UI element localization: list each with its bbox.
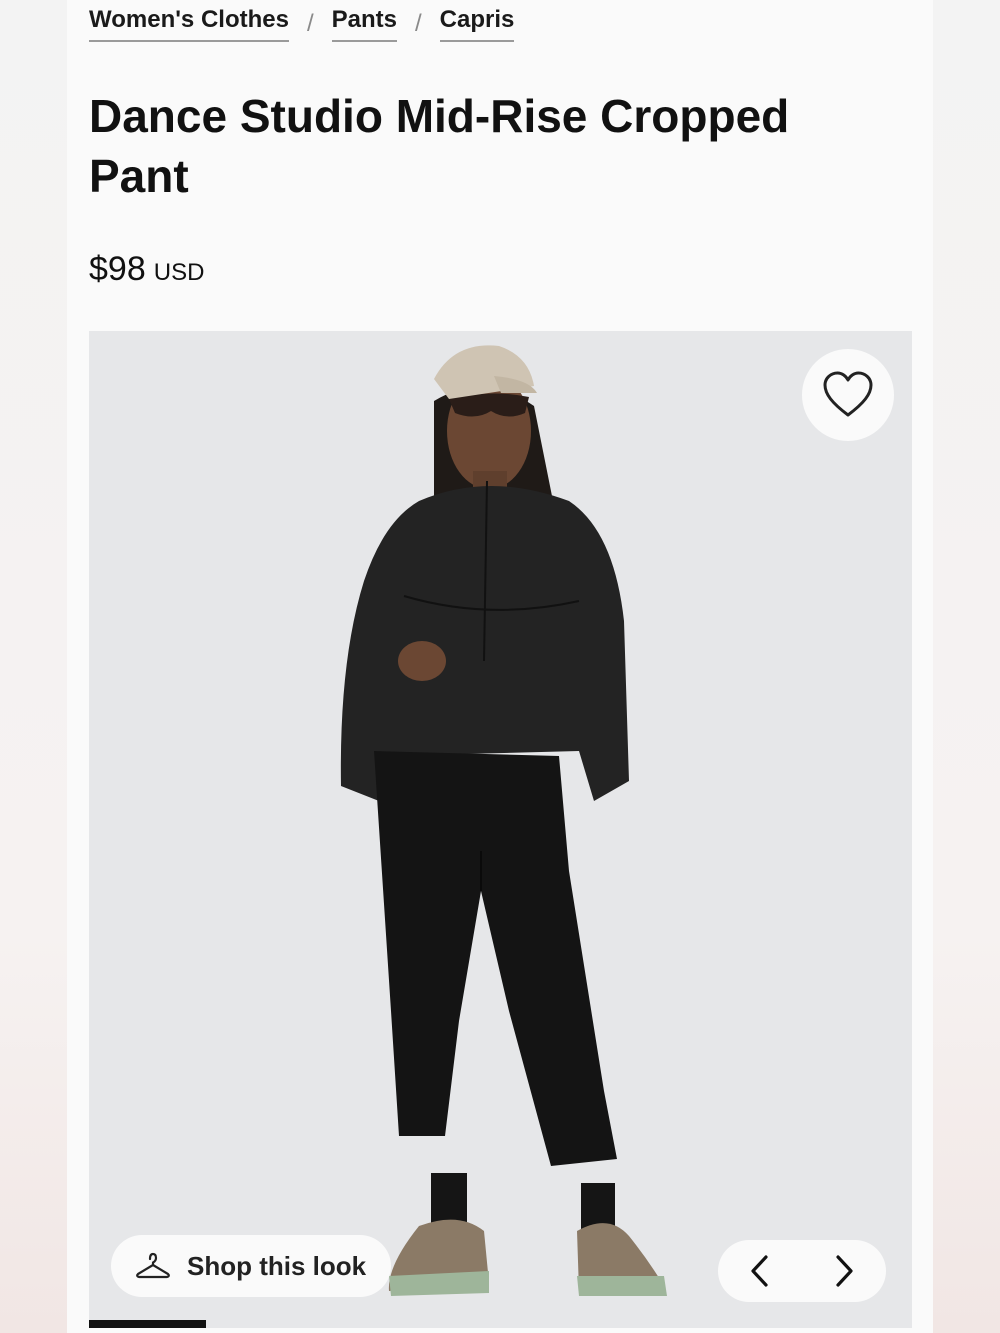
previous-image-button[interactable] [730, 1241, 790, 1301]
price-currency: USD [153, 259, 205, 286]
gallery-nav [718, 1240, 886, 1302]
chevron-left-icon [751, 1255, 768, 1287]
wishlist-button[interactable] [802, 349, 894, 441]
gallery-progress-indicator [89, 1320, 206, 1328]
next-image-button[interactable] [814, 1241, 874, 1301]
shop-this-look-button[interactable]: Shop this look [111, 1235, 391, 1297]
product-image[interactable]: Shop this look [89, 331, 912, 1328]
breadcrumb: Women's Clothes / Pants / Capris [89, 6, 515, 42]
breadcrumb-separator: / [415, 10, 422, 37]
heart-icon [823, 371, 873, 417]
product-page: Women's Clothes / Pants / Capris Dance S… [67, 0, 933, 1333]
product-title: Dance Studio Mid-Rise Cropped Pant [89, 90, 790, 202]
breadcrumb-pants[interactable]: Pants [331, 6, 397, 42]
hanger-icon [136, 1252, 170, 1279]
breadcrumb-capris[interactable]: Capris [439, 6, 515, 42]
model-photo [340, 345, 667, 1296]
breadcrumb-separator: / [306, 10, 314, 37]
breadcrumb-womens-clothes[interactable]: Women's Clothes [89, 6, 289, 42]
shop-this-look-label: Shop this look [187, 1250, 367, 1281]
price-amount: $98 [89, 250, 146, 288]
chevron-right-icon [836, 1255, 853, 1287]
product-price: $98 USD [89, 250, 204, 289]
